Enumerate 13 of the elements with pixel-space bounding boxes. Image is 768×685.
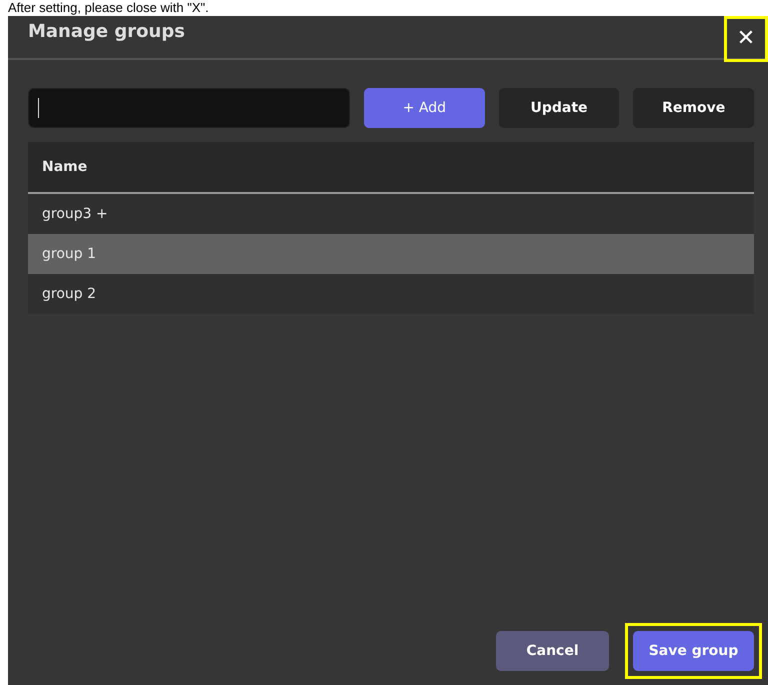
group-row[interactable]: group 2 bbox=[28, 274, 754, 314]
group-row[interactable]: group3 + bbox=[28, 194, 754, 234]
dialog-title: Manage groups bbox=[28, 20, 185, 44]
group-row[interactable]: group 1 bbox=[28, 234, 754, 274]
toolbar-button[interactable]: + Add bbox=[364, 88, 485, 128]
toolbar-button[interactable]: Update bbox=[498, 88, 620, 128]
save-button[interactable]: Save group bbox=[633, 631, 754, 671]
close-button[interactable]: ✕ bbox=[724, 16, 768, 62]
instruction-text: After setting, please close with "X". bbox=[7, 0, 210, 16]
cancel-button[interactable]: Cancel bbox=[496, 631, 609, 671]
group-name-field[interactable] bbox=[28, 88, 350, 128]
column-header: Name bbox=[28, 142, 754, 194]
toolbar-button[interactable]: Remove bbox=[633, 88, 754, 128]
